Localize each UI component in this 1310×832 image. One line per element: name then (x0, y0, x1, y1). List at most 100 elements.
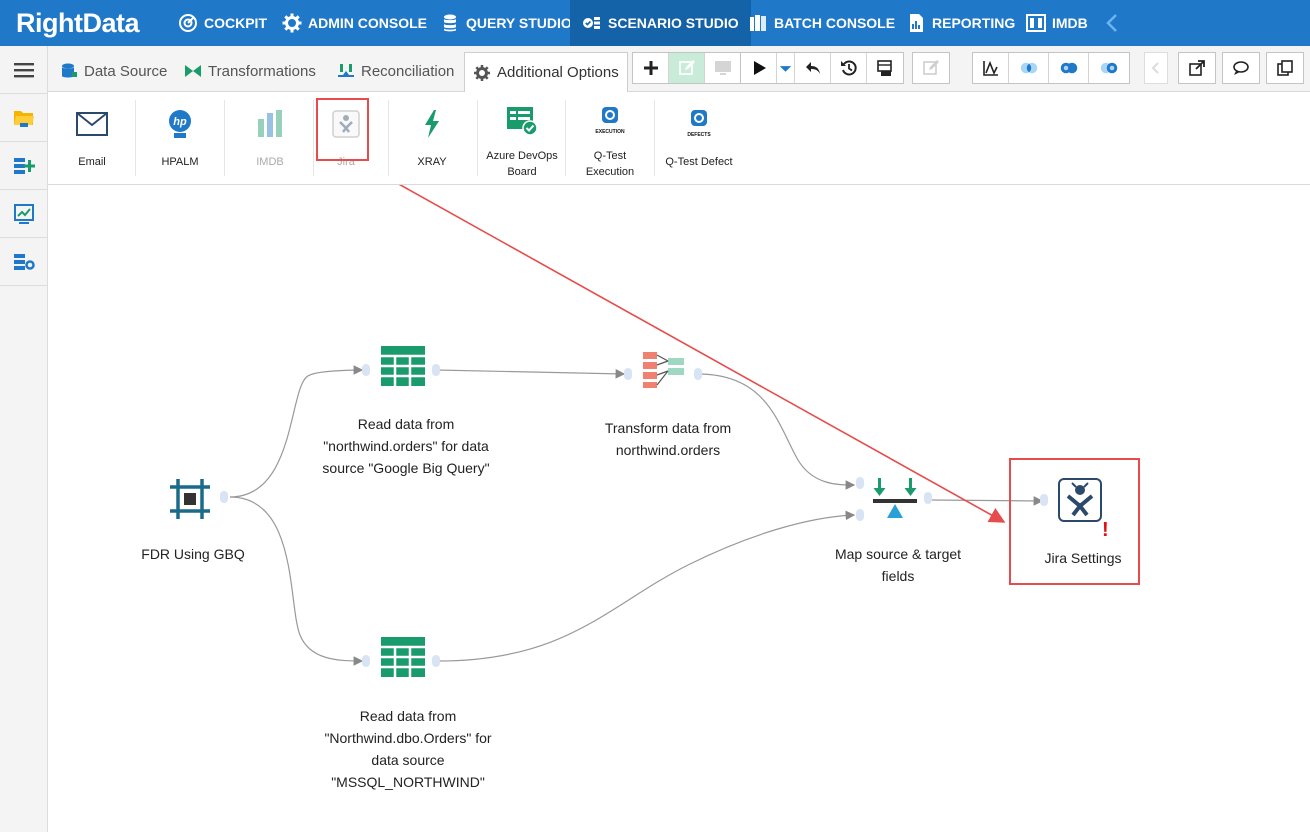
menu-toggle-button[interactable] (0, 46, 47, 94)
node-read-northwind-orders[interactable] (380, 345, 426, 387)
input-port[interactable] (362, 364, 370, 376)
node-transform-northwind-orders[interactable] (642, 350, 686, 390)
nav-reporting[interactable]: REPORTING (896, 0, 1025, 46)
option-hpalm-label: HPALM (161, 156, 199, 168)
option-azure-devops-board[interactable]: Azure DevOps Board (482, 98, 562, 180)
input-port[interactable] (856, 509, 864, 521)
toolbar-disabled-group (912, 52, 950, 84)
tab-additional-options-label: Additional Options (497, 64, 619, 81)
option-imdb[interactable]: IMDB (246, 98, 294, 180)
collapse-panel-button[interactable] (1145, 53, 1167, 83)
tab-transformations[interactable]: Transformations (176, 50, 324, 92)
chevron-left-icon (1151, 62, 1159, 74)
rightdata-logo[interactable]: RightData (16, 6, 140, 40)
nav-imdb[interactable]: IMDB (1016, 0, 1098, 46)
database-icon (444, 14, 456, 32)
jira-highlight-box (316, 98, 369, 161)
additional-options-ribbon: Email hp HPALM IMDB Jira XRAY Azure DevO… (48, 92, 1310, 185)
copy-icon (1277, 60, 1293, 76)
open-scenario-button[interactable] (0, 94, 47, 142)
cockpit-icon (179, 14, 197, 32)
azure-devops-icon (507, 107, 538, 136)
undo-button[interactable] (795, 53, 831, 83)
rename-button[interactable] (913, 53, 949, 83)
input-port[interactable] (624, 368, 632, 380)
node-transform-label: Transform data from northwind.orders (604, 420, 732, 458)
reconcile-icon (338, 64, 354, 77)
jira-settings-highlight-box (1009, 458, 1140, 585)
tab-data-source[interactable]: Data Source (52, 50, 175, 92)
nav-query-studio[interactable]: QUERY STUDIO (430, 0, 582, 46)
history-button[interactable] (831, 53, 867, 83)
option-email[interactable]: Email (70, 98, 114, 180)
option-qtest-execution-label: Q-Test Execution (585, 150, 635, 178)
hamburger-menu-icon (13, 62, 34, 77)
ribbon-divider (388, 100, 389, 176)
frame-icon (170, 479, 210, 519)
ribbon-divider (654, 100, 655, 176)
option-hpalm[interactable]: hp HPALM (156, 98, 204, 180)
play-icon (753, 61, 766, 75)
node-read-northwind-dbo-orders[interactable] (380, 636, 426, 678)
tab-additional-options[interactable]: Additional Options (464, 52, 628, 92)
nav-batch-console[interactable]: BATCH CONSOLE (738, 0, 905, 46)
xray-icon (425, 110, 439, 138)
output-port[interactable] (694, 368, 702, 380)
toolbar-window-group (1178, 52, 1216, 84)
run-button[interactable] (741, 53, 777, 83)
toolbar-edit-group (632, 52, 742, 84)
output-port[interactable] (432, 655, 440, 667)
connector-fdr-read2 (229, 496, 364, 666)
ribbon-divider (313, 100, 314, 176)
nav-cockpit[interactable]: COCKPIT (168, 0, 277, 46)
option-qtest-defect-label: Q-Test Defect (665, 156, 733, 168)
option-qtest-execution[interactable]: EXECUTION Q-Test Execution (578, 98, 642, 180)
edit-button[interactable] (669, 53, 705, 83)
transform-icon (185, 65, 201, 77)
join-outer-button[interactable] (1049, 53, 1089, 83)
input-port[interactable] (362, 655, 370, 667)
option-qtest-defect[interactable]: DEFECTS Q-Test Defect (660, 98, 738, 180)
batch-icon (750, 15, 766, 31)
tab-reconciliation-label: Reconciliation (361, 62, 455, 80)
scenario-settings-button[interactable] (0, 238, 47, 286)
nav-scenario-studio-label: SCENARIO STUDIO (608, 15, 739, 31)
join-right-button[interactable] (1089, 53, 1129, 83)
chevron-left-icon[interactable] (1102, 12, 1124, 34)
nav-admin-console[interactable]: ADMIN CONSOLE (272, 0, 437, 46)
join-inner-button[interactable] (1009, 53, 1049, 83)
output-port[interactable] (220, 491, 228, 503)
venn-right-icon (1100, 62, 1118, 74)
export-button[interactable] (867, 53, 903, 83)
nav-scenario-studio[interactable]: SCENARIO STUDIO (570, 0, 751, 46)
output-port[interactable] (924, 492, 932, 504)
run-options-dropdown[interactable] (777, 53, 795, 83)
left-sidebar (0, 46, 48, 832)
input-port[interactable] (856, 477, 864, 489)
node-map-source-target[interactable] (872, 477, 918, 521)
copy-button[interactable] (1267, 53, 1303, 83)
scenario-canvas[interactable]: FDR Using GBQ Read data from "northwind.… (48, 185, 1310, 832)
add-button[interactable] (633, 53, 669, 83)
external-link-icon (1189, 60, 1205, 76)
toolbar-comments-group (1222, 52, 1260, 84)
popout-button[interactable] (1179, 53, 1215, 83)
caret-down-icon (779, 66, 792, 72)
preview-button[interactable] (705, 53, 741, 83)
option-xray[interactable]: XRAY (410, 98, 454, 180)
ribbon-divider (224, 100, 225, 176)
node-fdr-using-gbq[interactable] (168, 477, 212, 521)
nav-admin-console-label: ADMIN CONSOLE (308, 15, 427, 31)
chart-view-button[interactable] (973, 53, 1009, 83)
scenario-icon (583, 17, 600, 29)
nav-query-studio-label: QUERY STUDIO (466, 15, 572, 31)
comments-button[interactable] (1223, 53, 1259, 83)
svg-text:EXECUTION: EXECUTION (595, 129, 625, 135)
output-port[interactable] (432, 364, 440, 376)
tab-reconciliation[interactable]: Reconciliation (329, 50, 462, 92)
scenario-dashboard-button[interactable] (0, 190, 47, 238)
qtest-defect-icon: DEFECTS (687, 110, 711, 138)
new-scenario-button[interactable] (0, 142, 47, 190)
nav-cockpit-label: COCKPIT (204, 15, 267, 31)
add-scenario-icon (13, 157, 35, 174)
